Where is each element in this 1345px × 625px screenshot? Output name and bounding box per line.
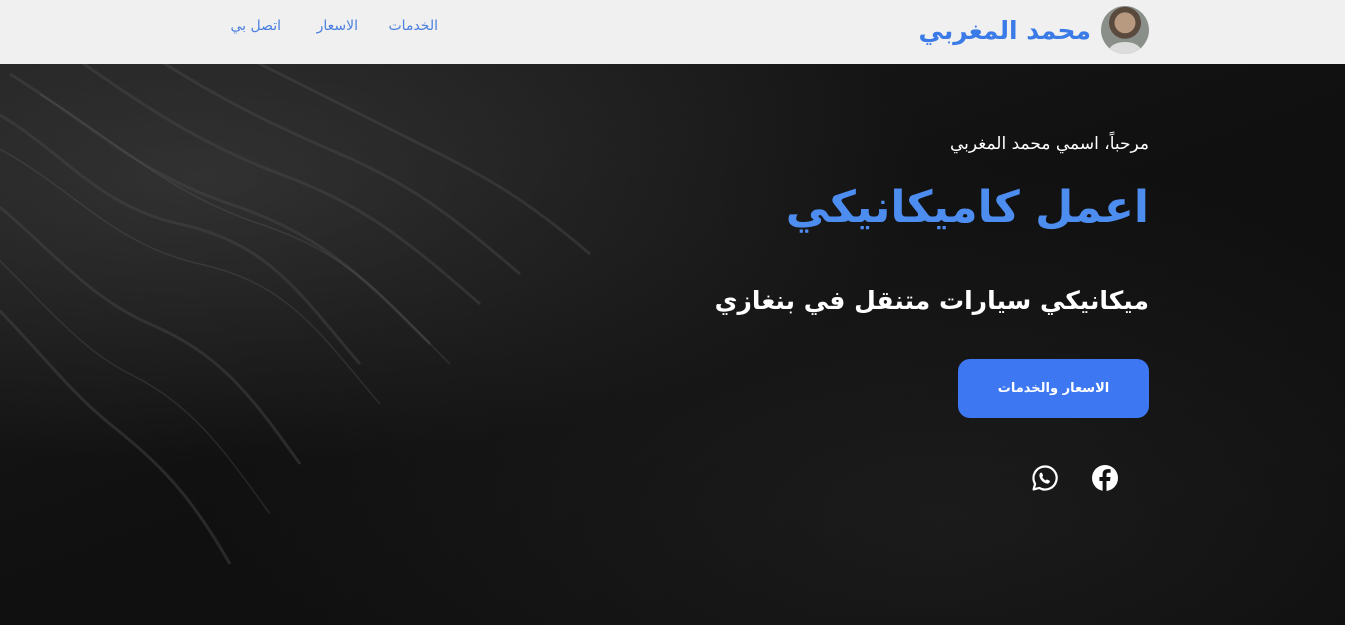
nav-link-contact[interactable]: اتصل بي xyxy=(230,18,281,34)
facebook-icon[interactable] xyxy=(1091,464,1119,492)
brand-name: محمد المغربي xyxy=(918,15,1091,45)
hero-greeting: مرحباً، اسمي محمد المغربي xyxy=(949,134,1149,154)
top-navbar: محمد المغربي الخدمات الاسعار اتصل بي xyxy=(0,0,1345,64)
hero-title: اعمل كاميكانيكي xyxy=(785,182,1149,233)
avatar xyxy=(1101,6,1149,54)
nav-link-prices[interactable]: الاسعار xyxy=(317,18,358,34)
whatsapp-icon[interactable] xyxy=(1031,464,1059,492)
nav-link-services[interactable]: الخدمات xyxy=(389,18,439,34)
brand[interactable]: محمد المغربي xyxy=(919,6,1149,54)
prices-services-button[interactable]: الاسعار والخدمات xyxy=(958,359,1149,418)
hero-subtitle: ميكانيكي سيارات متنقل في بنغازي xyxy=(714,286,1149,315)
hero-section: مرحباً، اسمي محمد المغربي اعمل كاميكانيك… xyxy=(0,64,1345,625)
page: محمد المغربي الخدمات الاسعار اتصل بي مرح… xyxy=(0,0,1345,625)
